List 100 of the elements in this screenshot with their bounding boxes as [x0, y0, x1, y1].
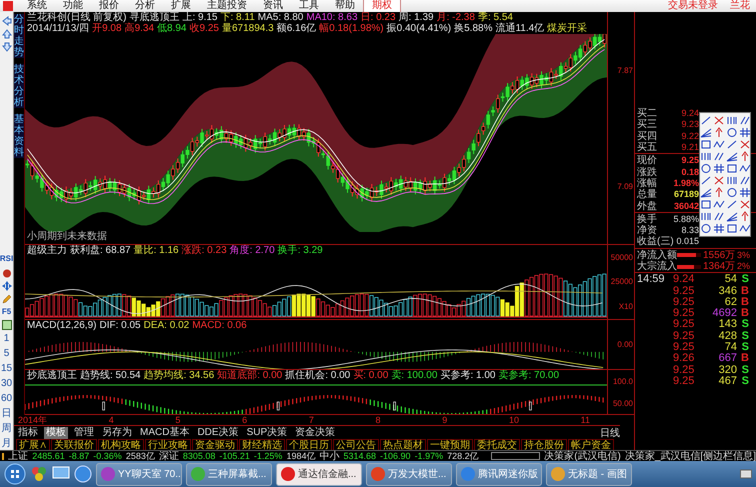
slash-tool-icon[interactable] [738, 115, 750, 126]
cross-tool-icon[interactable] [738, 139, 750, 150]
colored-circles-icon[interactable] [30, 465, 48, 483]
taskbar-button[interactable]: 万发大模世... [366, 462, 452, 486]
grid-tool-icon[interactable] [712, 223, 724, 234]
index-value: 5314.68 [343, 451, 376, 461]
bars-tool-icon[interactable] [700, 151, 712, 162]
arrow-tool-icon[interactable] [738, 211, 750, 222]
taskbar-button[interactable]: 无标题 - 画图 [546, 462, 632, 486]
period-button[interactable]: 5 [4, 348, 10, 360]
template-tab[interactable]: 指标 [16, 426, 40, 438]
rectangle-tool-icon[interactable] [726, 163, 738, 174]
arrow-left-icon[interactable] [2, 16, 12, 26]
arrow-tool-icon[interactable] [738, 151, 750, 162]
period-button[interactable]: 周 [2, 423, 12, 435]
line-tool-icon[interactable] [700, 115, 712, 126]
date-axis-label: 6 [242, 415, 248, 425]
zigzag-tool-icon[interactable] [738, 163, 750, 174]
template-tab[interactable]: DDE决策 [195, 426, 241, 438]
signal-marker [529, 402, 532, 410]
period-button[interactable]: 30 [0, 378, 12, 390]
zigzag-tool-icon[interactable] [738, 223, 750, 234]
index-value: -1.25% [254, 451, 282, 461]
taskbar-button[interactable]: 通达信金融... [276, 462, 362, 486]
rectangle-tool-icon[interactable] [726, 223, 738, 234]
axis-label: 7.87 [617, 66, 633, 74]
circle-tool-icon[interactable] [726, 127, 738, 138]
fan-tool-icon[interactable] [700, 187, 712, 198]
flow-label: 大宗流入 [637, 261, 677, 272]
zigzag-tool-icon[interactable] [712, 139, 724, 150]
grid-tool-icon[interactable] [712, 163, 724, 174]
template-tab[interactable]: 管理 [72, 426, 96, 438]
order-label: 买五 [637, 142, 658, 154]
view-tab[interactable]: 基本资料 [14, 114, 24, 158]
quote-label: 现价 [637, 155, 658, 166]
indicator-value: 买: 0.00 [353, 370, 388, 381]
cross-tool-icon[interactable] [712, 115, 724, 126]
start-orb-icon[interactable] [4, 463, 26, 485]
globe-icon[interactable] [74, 465, 92, 483]
quote-value: 36042 [673, 202, 699, 211]
option-tab[interactable]: 期权 [363, 0, 401, 12]
period-button[interactable]: 日 [2, 408, 12, 420]
grid-tool-icon[interactable] [738, 187, 750, 198]
slash-tool-icon[interactable] [738, 175, 750, 186]
period-button[interactable]: 月 [2, 438, 12, 450]
arrow-down-icon[interactable] [2, 42, 12, 52]
taskbar-button[interactable]: YY聊天室 70... [96, 462, 182, 486]
line-tool-icon[interactable] [726, 199, 738, 210]
order-price: 9.23 [680, 120, 699, 130]
cross-tool-icon[interactable] [738, 199, 750, 210]
axis-label: X10 [618, 302, 633, 312]
grid-tool-icon[interactable] [738, 127, 750, 138]
template-tab[interactable]: 模板 [44, 426, 68, 438]
fan-tool-icon[interactable] [700, 127, 712, 138]
period-button[interactable]: 1 [4, 333, 10, 345]
arrow-up-icon[interactable] [2, 29, 12, 39]
date-axis-label: 2014年 [18, 415, 48, 425]
keyboard-icon [740, 468, 752, 480]
zigzag-tool-icon[interactable] [712, 199, 724, 210]
sidebar-info[interactable]: 决策家_武汉电信[侧边栏信息] [624, 449, 756, 463]
menu-item[interactable]: 报价 [91, 0, 127, 12]
bars-tool-icon[interactable] [700, 211, 712, 222]
fan-tool-icon[interactable] [726, 211, 738, 222]
slash-tool-icon[interactable] [712, 211, 724, 222]
menu-item[interactable]: 资讯 [255, 0, 291, 12]
template-tab[interactable]: SUP决策 [244, 426, 290, 438]
circle-tool-icon[interactable] [700, 163, 712, 174]
bars-tool-icon[interactable] [726, 115, 738, 126]
index-value: -0.36% [93, 451, 122, 461]
bars-tool-icon[interactable] [726, 175, 738, 186]
arrow-tool-icon[interactable] [712, 187, 724, 198]
template-tab[interactable]: MACD基本 [138, 426, 192, 438]
indicator-button[interactable]: RSI [0, 254, 14, 264]
tick-side: S [740, 274, 749, 286]
line-tool-icon[interactable] [726, 139, 738, 150]
menu-item[interactable]: 分析 [127, 0, 163, 12]
fan-tool-icon[interactable] [726, 151, 738, 162]
view-tab[interactable]: 技术分析 [14, 64, 24, 108]
circle-tool-icon[interactable] [726, 187, 738, 198]
template-tab[interactable]: 资金决策 [293, 426, 338, 438]
rectangle-tool-icon[interactable] [700, 139, 712, 150]
period-button[interactable]: 60 [0, 393, 12, 405]
line-tool-icon[interactable] [700, 175, 712, 186]
cross-tool-icon[interactable] [712, 175, 724, 186]
taskbar-button[interactable]: 三种屏幕截... [186, 462, 272, 486]
signal-marker [102, 402, 105, 410]
arrow-tool-icon[interactable] [712, 127, 724, 138]
shortcut-button[interactable]: F5 [2, 307, 12, 317]
circle-tool-icon[interactable] [700, 223, 712, 234]
menu-item[interactable]: 功能 [55, 0, 91, 12]
taskbar-button[interactable]: 腾讯网迷你版 [456, 462, 542, 486]
view-tab[interactable]: 分时走势 [14, 14, 24, 58]
slash-tool-icon[interactable] [712, 151, 724, 162]
index-value: -106.90 [380, 451, 411, 461]
period-button[interactable]: 15 [0, 363, 12, 375]
app-icon [281, 467, 295, 481]
template-tab[interactable]: 另存为 [100, 426, 134, 438]
menu-item[interactable]: 帮助 [327, 0, 363, 12]
menu-item[interactable]: 工具 [291, 0, 327, 12]
rectangle-tool-icon[interactable] [700, 199, 712, 210]
